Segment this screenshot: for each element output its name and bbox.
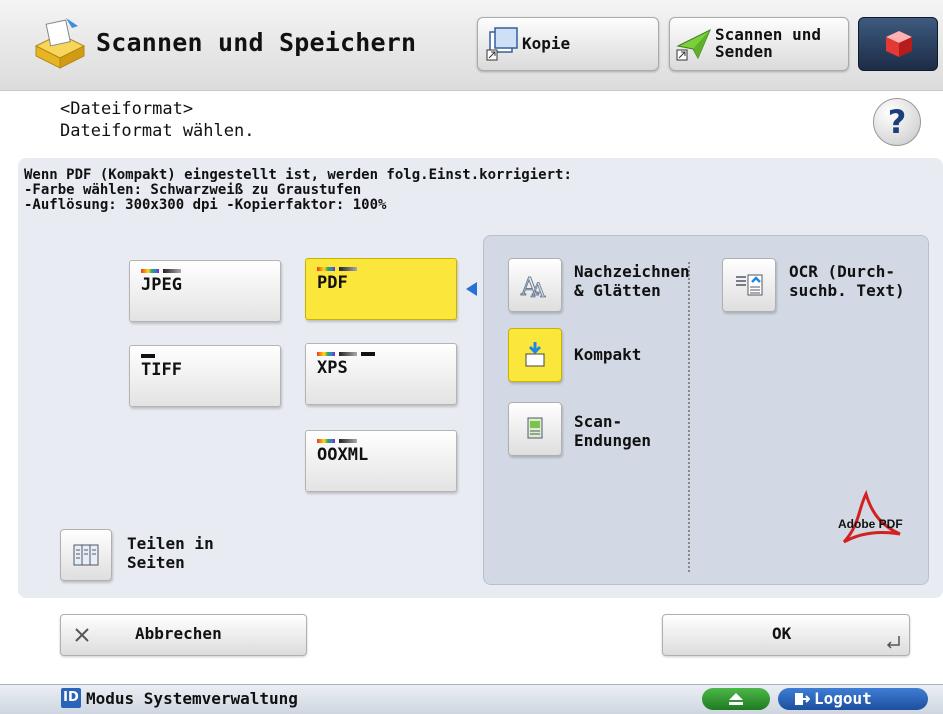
cancel-label: Abbrechen <box>135 624 222 643</box>
svg-text:Adobe PDF: Adobe PDF <box>838 517 903 531</box>
send-arrow-icon <box>676 28 711 61</box>
options-divider <box>688 262 690 572</box>
help-icon[interactable]: ? <box>873 98 921 146</box>
trace-smooth-icon: A A <box>520 273 547 302</box>
kopie-button[interactable]: Kopie <box>477 17 659 71</box>
color-mode-bars <box>317 352 375 356</box>
format-tiff-label: TIFF <box>141 360 182 380</box>
close-icon <box>75 628 89 642</box>
format-tiff-button[interactable]: TIFF <box>129 345 281 407</box>
scannen-und-senden-button[interactable]: Scannen und Senden <box>669 17 849 71</box>
ok-label: OK <box>772 624 792 643</box>
scanner-box-icon <box>30 12 90 72</box>
cancel-button[interactable]: Abbrechen <box>60 614 307 656</box>
ocr-icon <box>736 274 763 296</box>
enter-corner-icon <box>886 636 900 649</box>
color-mode-bars <box>317 267 357 271</box>
trace-smooth-button[interactable]: A A <box>508 258 562 312</box>
ocr-button[interactable] <box>722 258 776 312</box>
color-mode-bars <box>141 269 181 273</box>
eject-button[interactable] <box>702 688 770 710</box>
scan-endings-icon <box>527 417 543 439</box>
scan-endings-label-line2: Endungen <box>574 431 652 450</box>
app-title: Scannen und Speichern <box>96 28 417 57</box>
info-message: Wenn PDF (Kompakt) eingestellt ist, werd… <box>24 167 572 213</box>
copy-icon <box>486 27 518 61</box>
scan-endings-label-line1: Scan- <box>574 412 623 431</box>
selection-pointer-icon <box>466 282 477 296</box>
svg-text:A: A <box>530 278 546 301</box>
senden-label-line1: Scannen und <box>715 25 821 44</box>
color-mode-bars <box>317 439 357 443</box>
ocr-label-line1: OCR (Durch- <box>789 262 895 281</box>
format-pdf-label: PDF <box>317 273 348 293</box>
senden-label-line2: Senden <box>715 42 773 61</box>
split-pages-label-line1: Teilen in <box>127 534 214 553</box>
compact-icon <box>525 342 545 367</box>
split-pages-label-line2: Seiten <box>127 553 185 572</box>
logout-label: Logout <box>814 689 872 708</box>
logout-button[interactable]: Logout <box>778 688 928 710</box>
ocr-label-line2: suchb. Text) <box>789 281 905 300</box>
screen-heading: <Dateiformat> <box>60 99 194 119</box>
home-button[interactable] <box>858 17 938 71</box>
trace-smooth-label-line2: & Glätten <box>574 281 661 300</box>
scan-endings-button[interactable] <box>508 402 562 456</box>
logout-icon <box>795 693 810 705</box>
format-xps-label: XPS <box>317 358 348 378</box>
adobe-pdf-logo: Adobe PDF <box>836 489 906 554</box>
compact-button[interactable] <box>508 328 562 382</box>
split-pages-icon <box>73 544 99 566</box>
ok-button[interactable]: OK <box>662 614 910 656</box>
eject-icon <box>729 693 743 705</box>
kopie-label: Kopie <box>522 34 571 53</box>
system-mode-status: Modus Systemverwaltung <box>86 689 298 708</box>
format-jpeg-button[interactable]: JPEG <box>129 260 281 322</box>
format-pdf-button[interactable]: PDF <box>305 258 457 320</box>
format-jpeg-label: JPEG <box>141 275 182 295</box>
color-mode-bars <box>141 354 155 358</box>
split-pages-button[interactable] <box>60 529 112 581</box>
format-ooxml-button[interactable]: OOXML <box>305 430 457 492</box>
format-xps-button[interactable]: XPS <box>305 343 457 405</box>
compact-label: Kompakt <box>574 345 642 364</box>
trace-smooth-label-line1: Nachzeichnen <box>574 262 690 281</box>
id-icon: ID <box>61 688 81 708</box>
home-cube-icon <box>886 31 912 57</box>
screen-instruction: Dateiformat wählen. <box>60 121 255 141</box>
format-ooxml-label: OOXML <box>317 445 369 465</box>
